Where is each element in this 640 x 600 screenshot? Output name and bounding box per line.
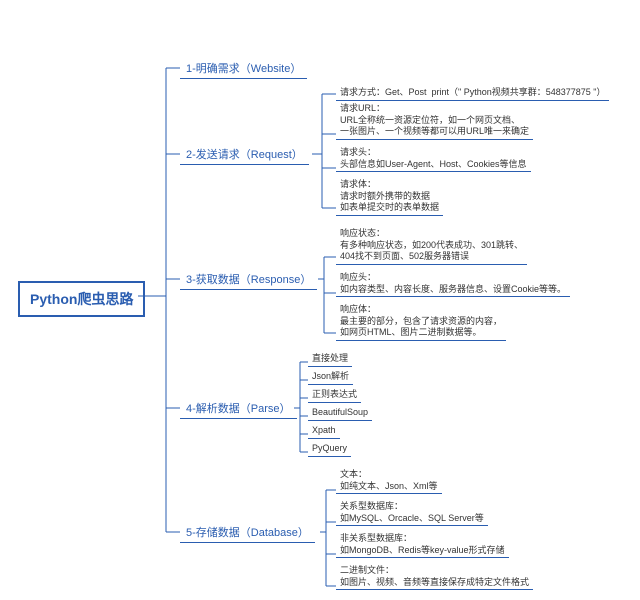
sub-db-binary[interactable]: 二进制文件： 如图片、视频、音频等直接保存成特定文件格式 bbox=[336, 564, 533, 590]
root-node[interactable]: Python爬虫思路 bbox=[18, 281, 145, 317]
sub-parse-direct[interactable]: 直接处理 bbox=[308, 352, 352, 367]
branch-response[interactable]: 3-获取数据（Response） bbox=[180, 269, 317, 290]
branch-request[interactable]: 2-发送请求（Request） bbox=[180, 144, 309, 165]
sub-parse-bs4[interactable]: BeautifulSoup bbox=[308, 406, 372, 421]
sub-parse-regex[interactable]: 正则表达式 bbox=[308, 388, 361, 403]
sub-request-header[interactable]: 请求头： 头部信息如User-Agent、Host、Cookies等信息 bbox=[336, 146, 531, 172]
sub-request-body[interactable]: 请求体： 请求时额外携带的数据 如表单提交时的表单数据 bbox=[336, 178, 443, 216]
sub-response-status[interactable]: 响应状态： 有多种响应状态，如200代表成功、301跳转、 404找不到页面、5… bbox=[336, 227, 527, 265]
sub-response-header[interactable]: 响应头： 如内容类型、内容长度、服务器信息、设置Cookie等等。 bbox=[336, 271, 570, 297]
branch-database[interactable]: 5-存储数据（Database） bbox=[180, 522, 315, 543]
branch-website[interactable]: 1-明确需求（Website） bbox=[180, 58, 307, 79]
sub-parse-xpath[interactable]: Xpath bbox=[308, 424, 340, 439]
branch-parse[interactable]: 4-解析数据（Parse） bbox=[180, 398, 297, 419]
sub-request-method[interactable]: 请求方式：Get、Post print（" Python视频共享群：548377… bbox=[336, 86, 609, 101]
sub-request-url[interactable]: 请求URL： URL全称统一资源定位符，如一个网页文档、 一张图片、一个视频等都… bbox=[336, 102, 533, 140]
sub-parse-json[interactable]: Json解析 bbox=[308, 370, 353, 385]
sub-parse-pyquery[interactable]: PyQuery bbox=[308, 442, 351, 457]
sub-db-nosql[interactable]: 非关系型数据库： 如MongoDB、Redis等key-value形式存储 bbox=[336, 532, 509, 558]
sub-db-text[interactable]: 文本： 如纯文本、Json、Xml等 bbox=[336, 468, 442, 494]
sub-db-sql[interactable]: 关系型数据库： 如MySQL、Orcacle、SQL Server等 bbox=[336, 500, 488, 526]
sub-response-body[interactable]: 响应体： 最主要的部分，包含了请求资源的内容， 如网页HTML、图片二进制数据等… bbox=[336, 303, 506, 341]
